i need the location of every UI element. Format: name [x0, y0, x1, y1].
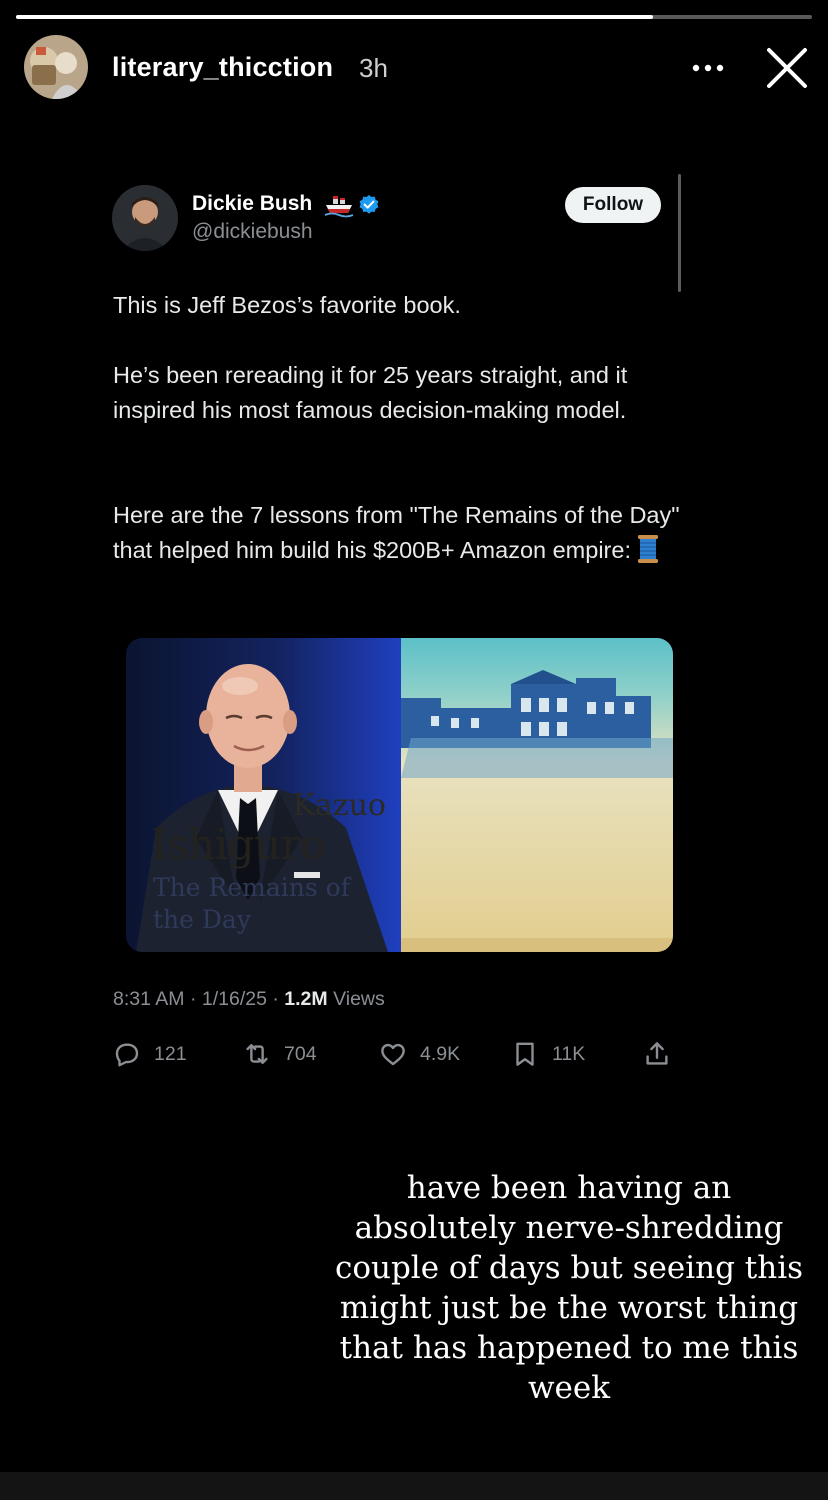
bookmark-count: 11K	[552, 1042, 586, 1065]
tweet-media-image[interactable]: Kazuo Ishiguro The Remains of the Day	[126, 638, 673, 952]
reply-button[interactable]: 121	[112, 1038, 187, 1070]
more-horizontal-icon[interactable]	[688, 53, 728, 83]
book-cover	[401, 638, 673, 952]
story-viewer: literary_thicction 3h Dickie Bush @dicki…	[0, 0, 828, 1472]
repost-count: 704	[284, 1042, 317, 1065]
verified-badge-icon	[358, 194, 380, 216]
repost-button[interactable]: 704	[242, 1038, 317, 1070]
bookmark-icon	[516, 1042, 534, 1066]
story-username[interactable]: literary_thicction	[112, 52, 333, 83]
views-count: 1.2M	[284, 988, 328, 1010]
book-author-first-name: Kazuo	[292, 788, 387, 823]
story-progress-fill	[16, 15, 653, 19]
tweet-meta: 8:31 AM · 1/16/25 · 1.2M Views	[113, 988, 385, 1010]
tweet-text-paragraph-with-emoji: Here are the 7 lessons from "The Remains…	[113, 498, 683, 568]
close-icon[interactable]	[764, 45, 810, 91]
reply-count: 121	[154, 1042, 187, 1065]
book-title: The Remains of the Day	[153, 873, 350, 934]
follow-button[interactable]: Follow	[565, 187, 661, 223]
like-count: 4.9K	[420, 1042, 461, 1065]
heart-icon	[381, 1043, 405, 1066]
story-caption: have been having an absolutely nerve-shr…	[334, 1170, 804, 1406]
tweet-time: 8:31 AM	[113, 988, 185, 1010]
views-label: Views	[333, 988, 385, 1010]
tweet-text-paragraph: Here are the 7 lessons from "The Remains…	[113, 502, 680, 563]
like-button[interactable]: 4.9K	[378, 1038, 460, 1070]
share-button[interactable]	[642, 1038, 672, 1070]
story-avatar[interactable]	[24, 35, 88, 99]
tweet-text-paragraph: This is Jeff Bezos’s favorite book.	[113, 292, 461, 318]
tweet-screenshot: Dickie Bush @dickiebush Follow This is J…	[112, 182, 682, 1082]
share-icon	[646, 1042, 668, 1065]
repost-icon	[246, 1044, 268, 1064]
bookmark-button[interactable]: 11K	[510, 1038, 585, 1070]
tweet-text-paragraph: He’s been rereading it for 25 years stra…	[113, 362, 628, 423]
bottom-bar	[0, 1472, 828, 1500]
story-timestamp: 3h	[359, 53, 388, 83]
tweet-date: 1/16/25	[201, 988, 267, 1010]
author-avatar	[112, 185, 178, 251]
story-progress-bar	[16, 15, 812, 19]
book-author-last-name: Ishiguro	[151, 820, 325, 869]
author-handle: @dickiebush	[192, 220, 313, 243]
ship-icon	[324, 192, 354, 218]
story-header: literary_thicction 3h	[24, 35, 814, 101]
tweet-actions: 121 704 4.9K 11K	[112, 1038, 682, 1070]
author-name: Dickie Bush	[192, 192, 313, 215]
thread-spool-icon	[637, 534, 659, 564]
reply-icon	[115, 1043, 139, 1067]
